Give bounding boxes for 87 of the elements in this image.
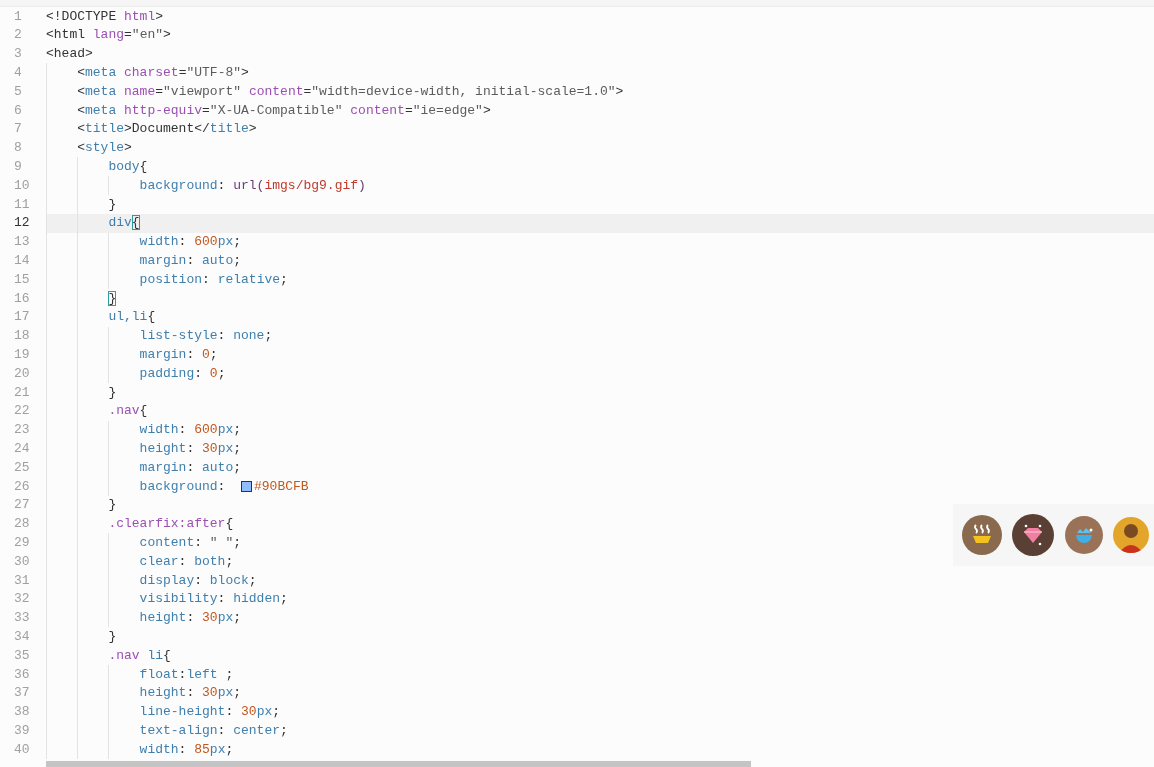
line-number: 33: [14, 610, 30, 626]
gem-icon[interactable]: [1012, 514, 1055, 556]
code-text: <style>: [77, 139, 132, 158]
code-text: ul,li{: [108, 308, 156, 327]
steaming-bowl-icon[interactable]: [962, 515, 1003, 555]
code-text: <meta charset="UTF-8">: [77, 64, 249, 83]
code-text: line-height: 30px;: [139, 703, 281, 722]
line-number: 35: [14, 647, 30, 663]
code-text: height: 30px;: [139, 440, 242, 458]
line-number: 32: [14, 591, 30, 607]
code-text: }: [108, 195, 117, 214]
line-number: 25: [14, 459, 30, 475]
code-text: content: " ";: [139, 533, 242, 552]
line-number: 5: [14, 83, 22, 99]
line-number: 16: [14, 290, 30, 306]
line-number: 23: [14, 422, 30, 438]
line-number: 3: [14, 46, 22, 62]
code-text: margin: 0;: [139, 346, 218, 364]
code-text: .clearfix:after{: [108, 515, 234, 534]
line-number: 4: [14, 65, 22, 81]
line-number: 9: [14, 159, 22, 175]
code-text: margin: auto;: [139, 252, 242, 270]
line-number: 1: [14, 8, 22, 24]
avatar-icon[interactable]: [1112, 517, 1149, 553]
line-number: 40: [14, 741, 30, 757]
line-number: 24: [14, 441, 30, 456]
line-number: 37: [14, 685, 30, 701]
code-text: margin: auto;: [139, 458, 242, 477]
horizontal-scrollbar[interactable]: [46, 761, 751, 767]
code-text: #90BCFB: [254, 477, 309, 496]
line-number: 18: [14, 328, 30, 344]
code-text: height: 30px;: [139, 684, 242, 703]
line-number: 15: [14, 271, 30, 287]
code-text: list-style: none;: [139, 327, 273, 346]
line-number: 28: [14, 516, 30, 532]
line-number: 27: [14, 497, 30, 513]
line-number: 29: [14, 534, 30, 550]
line-number: 10: [14, 177, 30, 193]
egg-icon[interactable]: [1064, 516, 1103, 554]
line-number: 13: [14, 234, 30, 250]
code-text: .nav li{: [108, 646, 171, 665]
code-text: }: [108, 627, 117, 646]
code-text: <html lang="en">: [46, 26, 171, 45]
line-number: 39: [14, 722, 30, 738]
code-text: width: 600px;: [139, 421, 242, 440]
line-number: 30: [14, 553, 30, 569]
line-number: 31: [14, 572, 30, 588]
code-text: <title>Document</title>: [77, 120, 257, 139]
code-text: background:: [139, 477, 227, 496]
line-number: 12: [14, 215, 30, 231]
code-text: float:left ;: [139, 665, 234, 684]
code-text: .nav{: [108, 402, 148, 421]
line-number: 14: [14, 253, 30, 268]
line-number: 6: [14, 102, 22, 118]
line-number: 2: [14, 27, 22, 43]
code-text: height: 30px;: [139, 609, 242, 628]
line-number: 17: [14, 309, 30, 325]
line-number: 19: [14, 347, 30, 362]
code-text: <head>: [46, 45, 93, 64]
code-text: display: block;: [139, 571, 257, 590]
line-number: 21: [14, 384, 30, 400]
line-number: 8: [14, 140, 22, 156]
code-text: }: [108, 383, 117, 402]
code-text: <!DOCTYPE html>: [46, 7, 164, 26]
line-number: 34: [14, 628, 30, 644]
code-text: text-align: center;: [139, 721, 288, 740]
code-text: padding: 0;: [139, 364, 226, 383]
line-number: 7: [14, 121, 22, 137]
code-text: background: url(imgs/bg9.gif): [139, 176, 366, 195]
code-text: visibility: hidden;: [139, 590, 288, 609]
code-text: width: 85px;: [139, 740, 234, 759]
line-number: 38: [14, 704, 30, 720]
line-number: 26: [14, 478, 30, 494]
code-text: body{: [108, 158, 148, 177]
code-text: position: relative;: [139, 270, 288, 289]
line-number: 36: [14, 666, 30, 682]
code-text: width: 600px;: [139, 233, 242, 252]
code-text: <meta http-equiv="X-UA-Compatible" content="ie=edge">: [77, 101, 491, 120]
color-swatch-icon[interactable]: [241, 480, 252, 492]
code-text: }: [108, 496, 117, 515]
code-text: div{: [108, 214, 140, 233]
code-text: }: [108, 289, 117, 308]
code-text: <meta name="viewport" content="width=device-width, initial-scale=1.0">: [77, 82, 624, 101]
line-number: 11: [14, 196, 30, 212]
line-number: 22: [14, 403, 30, 419]
code-text: clear: both;: [139, 552, 234, 571]
line-number: 20: [14, 365, 30, 381]
